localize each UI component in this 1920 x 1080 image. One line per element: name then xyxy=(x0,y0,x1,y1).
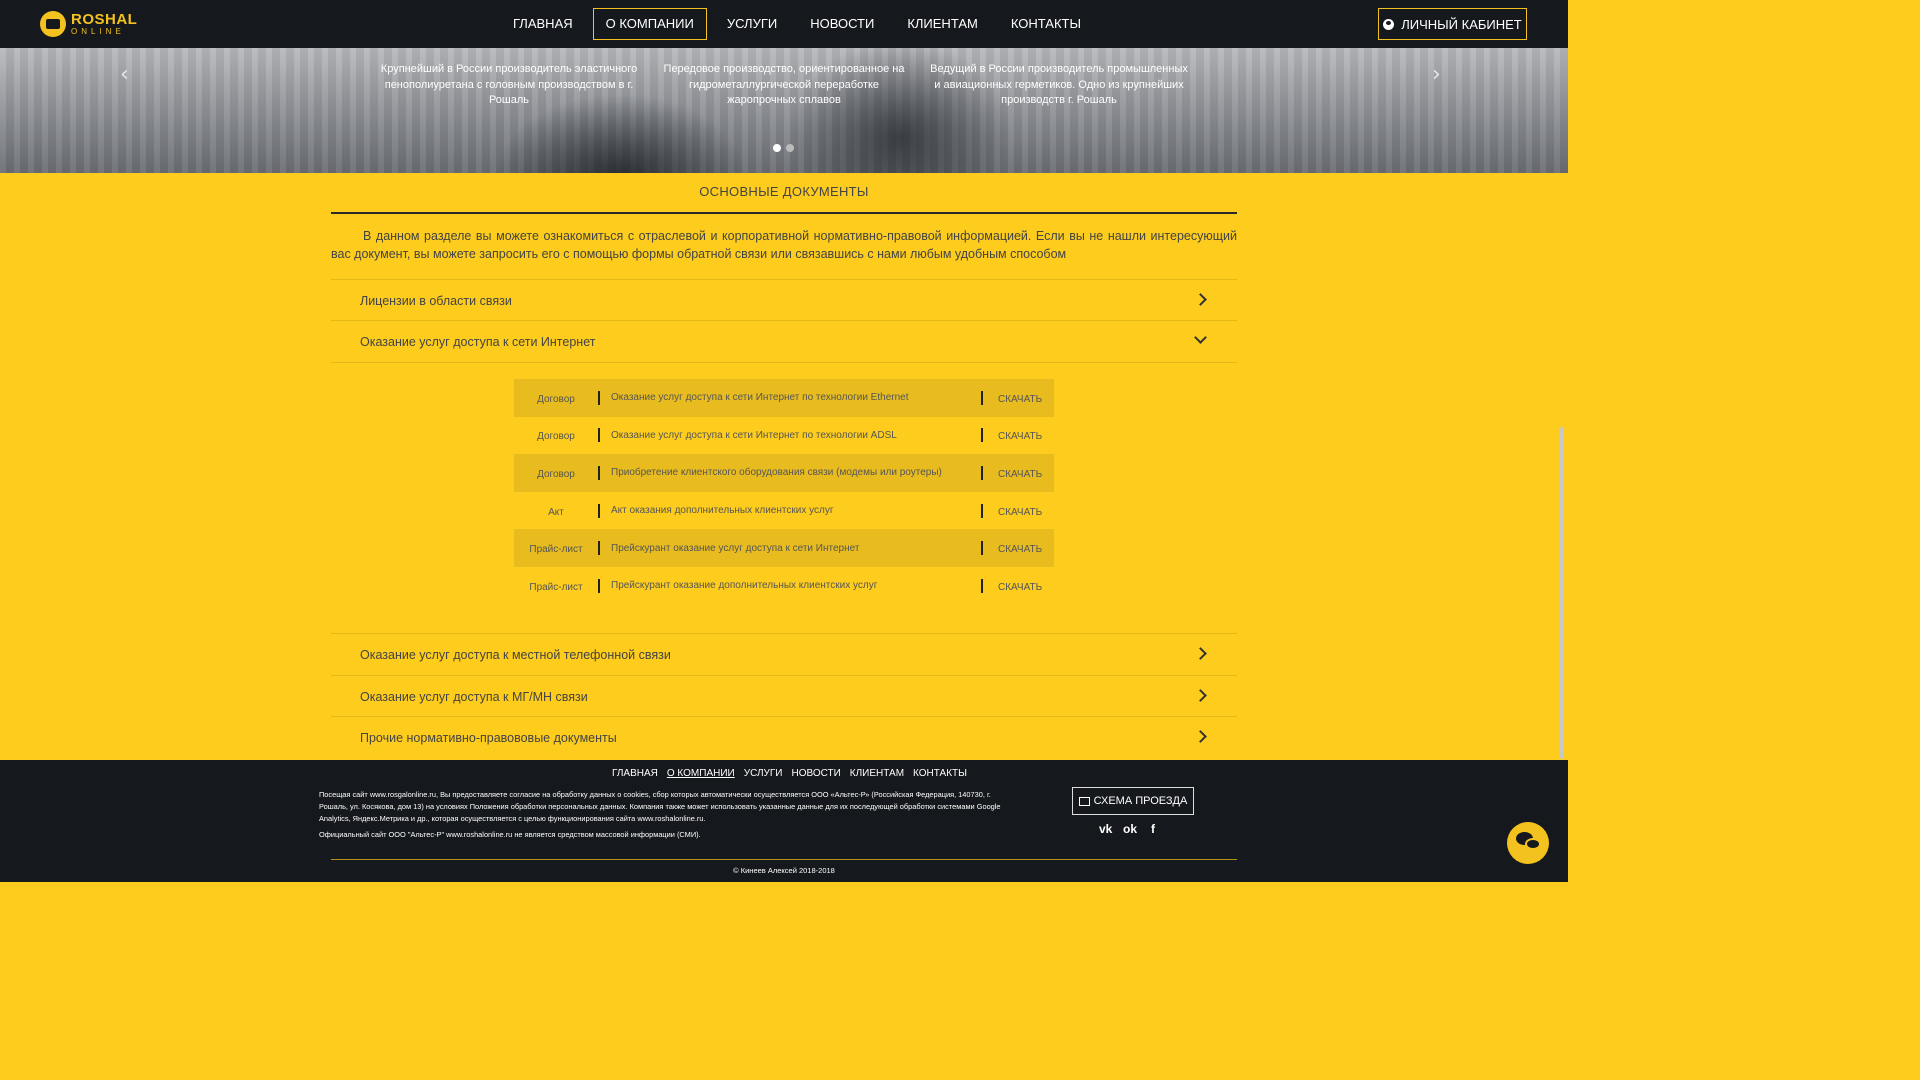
logo-text: ROSHAL xyxy=(71,11,138,28)
footer-nav-clients[interactable]: КЛИЕНТАМ xyxy=(850,768,904,779)
chevron-down-icon xyxy=(1194,331,1207,344)
footer-nav-home[interactable]: ГЛАВНАЯ xyxy=(612,768,658,779)
download-link[interactable]: СКАЧАТЬ xyxy=(983,541,1042,555)
accordion-item-licenses[interactable]: Лицензии в области связи xyxy=(331,279,1237,321)
chat-bubble-icon xyxy=(1525,838,1541,850)
accordion-label: Оказание услуг доступа к сети Интернет xyxy=(360,334,596,349)
copyright: © Кинеев Алексей 2018-2018 xyxy=(733,866,835,875)
slider-dot[interactable] xyxy=(786,144,794,152)
footer-divider xyxy=(331,859,1237,860)
logo-mark-icon xyxy=(40,11,66,37)
doc-name: Оказание услуг доступа к сети Интернет п… xyxy=(611,392,909,404)
footer-nav-services[interactable]: УСЛУГИ xyxy=(744,768,783,779)
nav-about[interactable]: О КОМПАНИИ xyxy=(592,8,707,40)
accordion-item-other-docs[interactable]: Прочие нормативно-правововые документы xyxy=(331,716,1237,758)
top-navbar: ROSHAL ONLINE ГЛАВНАЯ О КОМПАНИИ УСЛУГИ … xyxy=(0,0,1568,48)
chevron-right-icon xyxy=(1194,647,1207,660)
footer-nav-contacts[interactable]: КОНТАКТЫ xyxy=(913,768,967,779)
nav-contacts[interactable]: КОНТАКТЫ xyxy=(998,8,1094,40)
table-row: Акт Акт оказания дополнительных клиентск… xyxy=(514,492,1054,530)
accordion-item-internet[interactable]: Оказание услуг доступа к сети Интернет xyxy=(331,320,1237,362)
download-link[interactable]: СКАЧАТЬ xyxy=(983,579,1042,593)
vk-icon[interactable]: vk xyxy=(1099,822,1112,836)
doc-name: Прейскурант оказание услуг доступа к сет… xyxy=(611,542,860,554)
hero-slider: ‹ › Крупнейший в России производитель эл… xyxy=(0,48,1568,173)
doc-name: Оказание услуг доступа к сети Интернет п… xyxy=(611,429,897,441)
accordion-label: Оказание услуг доступа к местной телефон… xyxy=(360,647,671,662)
intro-text: В данном разделе вы можете ознакомиться … xyxy=(331,229,1237,261)
doc-type: Прайс-лист xyxy=(529,544,583,556)
footer: ГЛАВНАЯ О КОМПАНИИ УСЛУГИ НОВОСТИ КЛИЕНТ… xyxy=(0,760,1568,882)
slide-caption: Крупнейший в России производитель эласти… xyxy=(380,63,638,106)
slider-next-icon[interactable]: › xyxy=(1432,62,1441,87)
slide-caption: Передовое производство, ориентированное … xyxy=(663,63,905,106)
table-row: Договор Приобретение клиентского оборудо… xyxy=(514,454,1054,492)
footer-nav: ГЛАВНАЯ О КОМПАНИИ УСЛУГИ НОВОСТИ КЛИЕНТ… xyxy=(612,768,976,779)
download-link[interactable]: СКАЧАТЬ xyxy=(983,428,1042,442)
nav-home[interactable]: ГЛАВНАЯ xyxy=(500,8,586,40)
chat-button[interactable] xyxy=(1507,822,1549,864)
slider-dots xyxy=(773,144,799,152)
personal-cabinet-button[interactable]: ЛИЧНЫЙ КАБИНЕТ xyxy=(1378,8,1527,40)
doc-type: Договор xyxy=(537,468,575,480)
accordion-label: Прочие нормативно-правововые документы xyxy=(360,730,617,745)
doc-type: Договор xyxy=(537,431,575,443)
chevron-right-icon xyxy=(1194,730,1207,743)
nav-clients[interactable]: КЛИЕНТАМ xyxy=(894,8,991,40)
download-link[interactable]: СКАЧАТЬ xyxy=(983,391,1042,405)
footer-nav-about[interactable]: О КОМПАНИИ xyxy=(667,768,735,779)
download-link[interactable]: СКАЧАТЬ xyxy=(983,504,1042,518)
logo[interactable]: ROSHAL ONLINE xyxy=(40,11,137,37)
table-row: Договор Оказание услуг доступа к сети Ин… xyxy=(514,379,1054,417)
nav-services[interactable]: УСЛУГИ xyxy=(714,8,790,40)
media-disclaimer: Официальный сайт ООО "Альтес-Р" www.rosh… xyxy=(319,830,701,839)
section-title: ОСНОВНЫЕ ДОКУМЕНТЫ xyxy=(699,184,869,199)
route-map-button[interactable]: СХЕМА ПРОЕЗДА xyxy=(1072,787,1194,815)
main-nav: ГЛАВНАЯ О КОМПАНИИ УСЛУГИ НОВОСТИ КЛИЕНТ… xyxy=(500,8,1101,40)
accordion-item-local-phone[interactable]: Оказание услуг доступа к местной телефон… xyxy=(331,633,1237,675)
doc-name: Акт оказания дополнительных клиентских у… xyxy=(611,505,834,517)
table-row: Прайс-лист Прейскурант оказание дополнит… xyxy=(514,567,1054,605)
documents-table: Договор Оказание услуг доступа к сети Ин… xyxy=(514,379,1054,605)
route-label: СХЕМА ПРОЕЗДА xyxy=(1093,795,1188,807)
table-row: Договор Оказание услуг доступа к сети Ин… xyxy=(514,417,1054,455)
social-links: vk ok f xyxy=(1099,822,1171,836)
accordion-label: Лицензии в области связи xyxy=(360,293,512,308)
nav-news[interactable]: НОВОСТИ xyxy=(797,8,887,40)
legal-notice: Посещая сайт www.rosgalonline.ru, Вы пре… xyxy=(319,790,1001,823)
doc-type: Прайс-лист xyxy=(529,581,583,593)
facebook-icon[interactable]: f xyxy=(1147,822,1159,836)
divider xyxy=(331,362,1237,363)
doc-type: Акт xyxy=(548,506,564,518)
slide-caption: Ведущий в России производитель промышлен… xyxy=(930,63,1188,106)
chevron-right-icon xyxy=(1194,293,1207,306)
slider-dot[interactable] xyxy=(773,144,781,152)
doc-type: Договор xyxy=(537,393,575,405)
accordion-item-long-distance[interactable]: Оказание услуг доступа к МГ/МН связи xyxy=(331,675,1237,717)
accordion-label: Оказание услуг доступа к МГ/МН связи xyxy=(360,689,588,704)
cabinet-label: ЛИЧНЫЙ КАБИНЕТ xyxy=(1401,16,1522,32)
table-row: Прайс-лист Прейскурант оказание услуг до… xyxy=(514,529,1054,567)
odnoklassniki-icon[interactable]: ok xyxy=(1123,822,1137,836)
scrollbar[interactable] xyxy=(1560,427,1564,759)
map-icon xyxy=(1078,796,1090,806)
title-divider xyxy=(331,212,1237,214)
slider-prev-icon[interactable]: ‹ xyxy=(120,62,129,87)
footer-nav-news[interactable]: НОВОСТИ xyxy=(791,768,840,779)
doc-name: Приобретение клиентского оборудования св… xyxy=(611,467,942,479)
user-icon xyxy=(1383,18,1395,30)
download-link[interactable]: СКАЧАТЬ xyxy=(983,466,1042,480)
chevron-right-icon xyxy=(1194,689,1207,702)
logo-subtext: ONLINE xyxy=(71,27,125,36)
doc-name: Прейскурант оказание дополнительных клие… xyxy=(611,580,878,592)
